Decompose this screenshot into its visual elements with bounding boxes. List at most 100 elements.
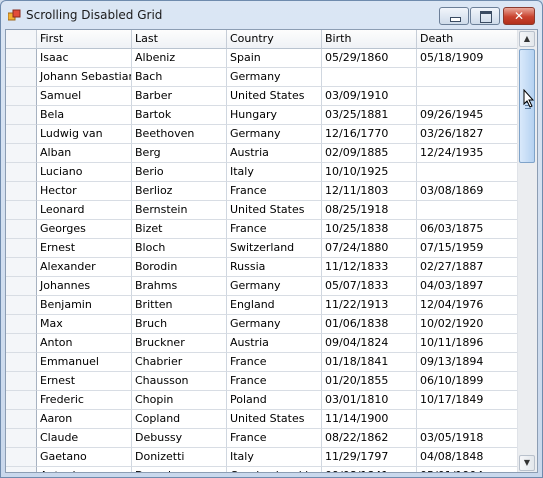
cell-first[interactable]: Gaetano <box>37 448 132 467</box>
cell-death[interactable]: 04/08/1848 <box>417 448 518 467</box>
cell-first[interactable]: Leonard <box>37 201 132 220</box>
cell-country[interactable]: Austria <box>227 144 322 163</box>
close-button[interactable]: ✕ <box>503 7 535 25</box>
table-row[interactable]: AntoninDvorakCzechoslovakia09/08/184105/… <box>6 467 518 472</box>
column-header-death[interactable]: Death <box>417 30 518 49</box>
maximize-button[interactable] <box>470 7 500 25</box>
cell-death[interactable] <box>417 410 518 429</box>
cell-first[interactable]: Emmanuel <box>37 353 132 372</box>
cell-last[interactable]: Brahms <box>132 277 227 296</box>
cell-birth[interactable]: 10/25/1838 <box>322 220 417 239</box>
cell-birth[interactable]: 03/01/1810 <box>322 391 417 410</box>
cell-death[interactable]: 10/11/1896 <box>417 334 518 353</box>
cell-country[interactable]: Germany <box>227 277 322 296</box>
cell-birth[interactable]: 09/04/1824 <box>322 334 417 353</box>
cell-country[interactable]: Germany <box>227 315 322 334</box>
table-row[interactable]: Samuel Barber United States 03/09/1910 <box>6 87 518 106</box>
cell-country[interactable]: Germany <box>227 125 322 144</box>
table-row[interactable]: Aaron Copland United States 11/14/1900 <box>6 410 518 429</box>
cell-birth[interactable]: 08/25/1918 <box>322 201 417 220</box>
cell-birth[interactable]: 08/22/1862 <box>322 429 417 448</box>
row-header[interactable] <box>6 429 37 448</box>
cell-birth[interactable]: 03/09/1910 <box>322 87 417 106</box>
cell-first[interactable]: Aaron <box>37 410 132 429</box>
cell-last[interactable]: Bach <box>132 68 227 87</box>
cell-last[interactable]: Bartok <box>132 106 227 125</box>
cell-country[interactable]: France <box>227 372 322 391</box>
row-header[interactable] <box>6 334 37 353</box>
cell-country[interactable]: Czechoslovakia <box>227 467 322 472</box>
table-row[interactable]: Ernest Chausson France 01/20/1855 06/10/1899 <box>6 372 518 391</box>
cell-birth[interactable]: 05/29/1860 <box>322 49 417 68</box>
cell-country[interactable]: Hungary <box>227 106 322 125</box>
row-header[interactable] <box>6 467 37 472</box>
cell-birth[interactable]: 03/25/1881 <box>322 106 417 125</box>
cell-birth[interactable]: 05/07/1833 <box>322 277 417 296</box>
table-row[interactable]: Leonard Bernstein United States 08/25/1918 <box>6 201 518 220</box>
cell-last[interactable]: Berlioz <box>132 182 227 201</box>
cell-first[interactable]: Alban <box>37 144 132 163</box>
cell-last[interactable]: Bernstein <box>132 201 227 220</box>
table-row[interactable]: Ludwig van Beethoven Germany 12/16/1770 03/2… <box>6 125 518 144</box>
table-row[interactable]: Isaac Albeniz Spain 05/29/1860 05/18/1909 <box>6 49 518 68</box>
cell-death[interactable]: 03/08/1869 <box>417 182 518 201</box>
cell-first[interactable]: Frederic <box>37 391 132 410</box>
cell-last[interactable]: Britten <box>132 296 227 315</box>
cell-death[interactable]: 06/10/1899 <box>417 372 518 391</box>
cell-country[interactable]: United States <box>227 201 322 220</box>
cell-death[interactable]: 06/03/1875 <box>417 220 518 239</box>
cell-last[interactable]: Chabrier <box>132 353 227 372</box>
cell-country[interactable]: France <box>227 220 322 239</box>
cell-country[interactable]: France <box>227 429 322 448</box>
cell-birth[interactable]: 11/29/1797 <box>322 448 417 467</box>
cell-first[interactable]: Hector <box>37 182 132 201</box>
cell-death[interactable]: 10/17/1849 <box>417 391 518 410</box>
cell-death[interactable] <box>417 68 518 87</box>
row-header[interactable] <box>6 182 37 201</box>
cell-last[interactable]: Barber <box>132 87 227 106</box>
cell-death[interactable]: 12/24/1935 <box>417 144 518 163</box>
minimize-button[interactable] <box>439 7 469 25</box>
cell-birth[interactable]: 09/08/1841 <box>322 467 417 472</box>
cell-first[interactable]: Luciano <box>37 163 132 182</box>
table-row[interactable]: Johannes Brahms Germany 05/07/1833 04/03/189… <box>6 277 518 296</box>
cell-country[interactable]: Spain <box>227 49 322 68</box>
column-header-country[interactable]: Country <box>227 30 322 49</box>
cell-death[interactable]: 03/05/1918 <box>417 429 518 448</box>
cell-birth[interactable]: 11/22/1913 <box>322 296 417 315</box>
table-row[interactable]: Hector Berlioz France 12/11/1803 03/08/1869 <box>6 182 518 201</box>
cell-country[interactable]: Switzerland <box>227 239 322 258</box>
scroll-up-button[interactable]: ▲ <box>519 31 535 47</box>
cell-first[interactable]: Georges <box>37 220 132 239</box>
cell-death[interactable]: 05/18/1909 <box>417 49 518 68</box>
table-row[interactable]: Bela Bartok Hungary 03/25/1881 09/26/1945 <box>6 106 518 125</box>
table-row[interactable]: Benjamin Britten England 11/22/1913 12/04/19… <box>6 296 518 315</box>
cell-last[interactable]: Bizet <box>132 220 227 239</box>
cell-country[interactable]: England <box>227 296 322 315</box>
cell-country[interactable]: Austria <box>227 334 322 353</box>
cell-death[interactable]: 07/15/1959 <box>417 239 518 258</box>
cell-first[interactable]: Benjamin <box>37 296 132 315</box>
row-header[interactable] <box>6 410 37 429</box>
cell-first[interactable]: Ernest <box>37 239 132 258</box>
cell-last[interactable]: Berio <box>132 163 227 182</box>
cell-birth[interactable]: 07/24/1880 <box>322 239 417 258</box>
table-row[interactable]: Gaetano Donizetti Italy 11/29/1797 04/08/184… <box>6 448 518 467</box>
cell-birth[interactable]: 01/18/1841 <box>322 353 417 372</box>
cell-birth[interactable]: 12/11/1803 <box>322 182 417 201</box>
cell-first[interactable]: Alexander <box>37 258 132 277</box>
cell-death[interactable]: 09/13/1894 <box>417 353 518 372</box>
cell-last[interactable]: Bruckner <box>132 334 227 353</box>
header-corner[interactable] <box>6 30 37 49</box>
cell-first[interactable]: Anton <box>37 334 132 353</box>
row-header[interactable] <box>6 220 37 239</box>
cell-death[interactable] <box>417 163 518 182</box>
table-row[interactable]: Max Bruch Germany 01/06/1838 10/02/1920 <box>6 315 518 334</box>
cell-birth[interactable]: 11/12/1833 <box>322 258 417 277</box>
cell-country[interactable]: United States <box>227 410 322 429</box>
row-header[interactable] <box>6 448 37 467</box>
row-header[interactable] <box>6 258 37 277</box>
column-header-last[interactable]: Last <box>132 30 227 49</box>
row-header[interactable] <box>6 144 37 163</box>
cell-last[interactable]: Berg <box>132 144 227 163</box>
